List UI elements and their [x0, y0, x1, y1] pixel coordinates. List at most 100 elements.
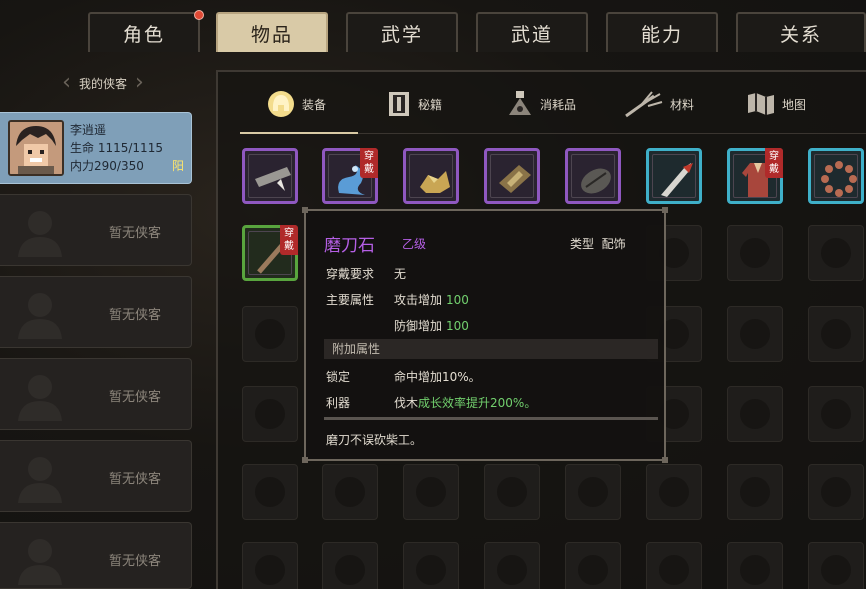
- subtab-label: 装备: [302, 97, 327, 112]
- hero-name: 李逍遥: [70, 123, 107, 137]
- next-arrow-icon[interactable]: ›: [135, 72, 144, 94]
- saber-icon: [661, 163, 693, 197]
- item-slot-whetstone[interactable]: [242, 148, 298, 204]
- silhouette-icon: [18, 293, 62, 339]
- empty-item-slot[interactable]: [565, 542, 621, 589]
- empty-hero-slot[interactable]: 暂无侠客: [0, 440, 192, 512]
- empty-item-slot[interactable]: [322, 542, 378, 589]
- tab-abilities[interactable]: 能力: [606, 12, 718, 52]
- empty-item-slot[interactable]: [484, 542, 540, 589]
- tab-label: 武学: [380, 23, 423, 46]
- empty-item-slot[interactable]: [808, 542, 864, 589]
- empty-item-slot[interactable]: [727, 225, 783, 281]
- herb-icon: [625, 91, 663, 118]
- empty-item-slot[interactable]: [403, 464, 459, 520]
- tab-martial-way[interactable]: 武道: [476, 12, 588, 52]
- requirement-label: 穿戴要求: [326, 267, 375, 281]
- subtab-manuals[interactable]: 秘籍: [386, 86, 442, 122]
- tab-character[interactable]: 角色: [88, 10, 204, 52]
- item-tooltip: 磨刀石 乙级 类型 配饰 穿戴要求 无 主要属性 攻击增加 100 防御增加 100…: [302, 207, 668, 463]
- empty-item-slot[interactable]: [727, 542, 783, 589]
- empty-item-slot[interactable]: [808, 306, 864, 362]
- empty-item-slot[interactable]: [808, 464, 864, 520]
- extra-attr1-label: 锁定: [326, 370, 351, 384]
- empty-item-slot[interactable]: [242, 464, 298, 520]
- item-slot-saber[interactable]: [646, 148, 702, 204]
- extra-attr-header: 附加属性: [324, 339, 658, 359]
- item-type: 类型 配饰: [570, 237, 626, 251]
- empty-slot-label: 暂无侠客: [108, 225, 161, 241]
- subtab-label: 地图: [782, 97, 807, 112]
- item-slot-black-stone[interactable]: [565, 148, 621, 204]
- item-slot-staff[interactable]: 穿戴: [242, 225, 298, 281]
- empty-item-slot[interactable]: [242, 542, 298, 589]
- requirement-value: 无: [394, 267, 407, 281]
- tab-label: 能力: [640, 23, 683, 46]
- empty-hero-slot[interactable]: 暂无侠客: [0, 276, 192, 348]
- empty-item-slot[interactable]: [242, 306, 298, 362]
- item-slot-token[interactable]: [484, 148, 540, 204]
- item-grade: 乙级: [402, 237, 427, 251]
- item-slot-gold-ore[interactable]: [403, 148, 459, 204]
- subtab-label: 秘籍: [418, 97, 443, 112]
- extra-attr2-value: 伐木成长效率提升200%。: [394, 396, 537, 410]
- helmet-icon: [268, 91, 294, 117]
- subtab-consumables[interactable]: 消耗品: [506, 86, 576, 122]
- potion-icon: [509, 91, 531, 115]
- empty-item-slot[interactable]: [808, 386, 864, 442]
- empty-slot-label: 暂无侠客: [108, 389, 161, 405]
- item-slot-prayer-beads[interactable]: [808, 148, 864, 204]
- sidebar-header: ‹ 我的侠客 ›: [0, 70, 206, 96]
- subtab-label: 消耗品: [540, 97, 577, 112]
- prev-arrow-icon[interactable]: ‹: [62, 72, 71, 94]
- tab-relations[interactable]: 关系: [736, 12, 866, 52]
- silhouette-icon: [18, 375, 62, 421]
- subtab-maps[interactable]: 地图: [746, 86, 806, 122]
- sidebar-title: 我的侠客: [78, 76, 127, 91]
- subtab-equipment[interactable]: 装备: [266, 86, 326, 122]
- whetstone-icon: [255, 167, 291, 191]
- hero-face-icon: [10, 122, 62, 174]
- empty-item-slot[interactable]: [322, 464, 378, 520]
- empty-item-slot[interactable]: [646, 542, 702, 589]
- notification-dot: [194, 10, 204, 20]
- empty-item-slot[interactable]: [403, 542, 459, 589]
- tab-items[interactable]: 物品: [216, 12, 328, 52]
- token-icon: [499, 165, 531, 193]
- main-attr-label: 主要属性: [326, 293, 375, 307]
- empty-item-slot[interactable]: [565, 464, 621, 520]
- item-description: 磨刀不误砍柴工。: [326, 433, 423, 447]
- empty-item-slot[interactable]: [727, 386, 783, 442]
- tab-label: 武道: [510, 23, 553, 46]
- item-name: 磨刀石: [324, 236, 375, 256]
- equipped-badge: 穿戴: [280, 225, 298, 255]
- item-slot-robe[interactable]: 穿戴: [727, 148, 783, 204]
- active-subtab-indicator: [240, 132, 358, 134]
- empty-slot-label: 暂无侠客: [108, 307, 161, 323]
- hero-mp: 内力290/350: [70, 159, 144, 173]
- main-attr-attack: 攻击增加 100: [394, 293, 469, 307]
- empty-item-slot[interactable]: [727, 464, 783, 520]
- empty-hero-slot[interactable]: 暂无侠客: [0, 358, 192, 430]
- item-slot-jade-dragon[interactable]: 穿戴: [322, 148, 378, 204]
- empty-item-slot[interactable]: [484, 464, 540, 520]
- empty-item-slot[interactable]: [808, 225, 864, 281]
- empty-item-slot[interactable]: [242, 386, 298, 442]
- empty-item-slot[interactable]: [646, 464, 702, 520]
- empty-hero-slot[interactable]: 暂无侠客: [0, 194, 192, 266]
- tab-label: 物品: [250, 23, 293, 46]
- extra-attr2-label: 利器: [326, 396, 351, 410]
- silhouette-icon: [18, 457, 62, 503]
- subtab-materials[interactable]: 材料: [624, 86, 694, 122]
- empty-item-slot[interactable]: [727, 306, 783, 362]
- equipped-badge: 穿戴: [765, 148, 783, 178]
- hero-portrait: [8, 120, 64, 176]
- hero-slot-selected[interactable]: 李逍遥 生命 1115/1115 内力290/350 阳: [0, 112, 192, 184]
- dark-stone-icon: [581, 168, 611, 194]
- extra-attr1-value: 命中增加10%。: [394, 370, 481, 384]
- prayer-beads-icon: [821, 161, 857, 197]
- empty-slot-label: 暂无侠客: [108, 553, 161, 569]
- empty-hero-slot[interactable]: 暂无侠客: [0, 522, 192, 589]
- tab-martial-skills[interactable]: 武学: [346, 12, 458, 52]
- tab-label: 关系: [779, 23, 822, 46]
